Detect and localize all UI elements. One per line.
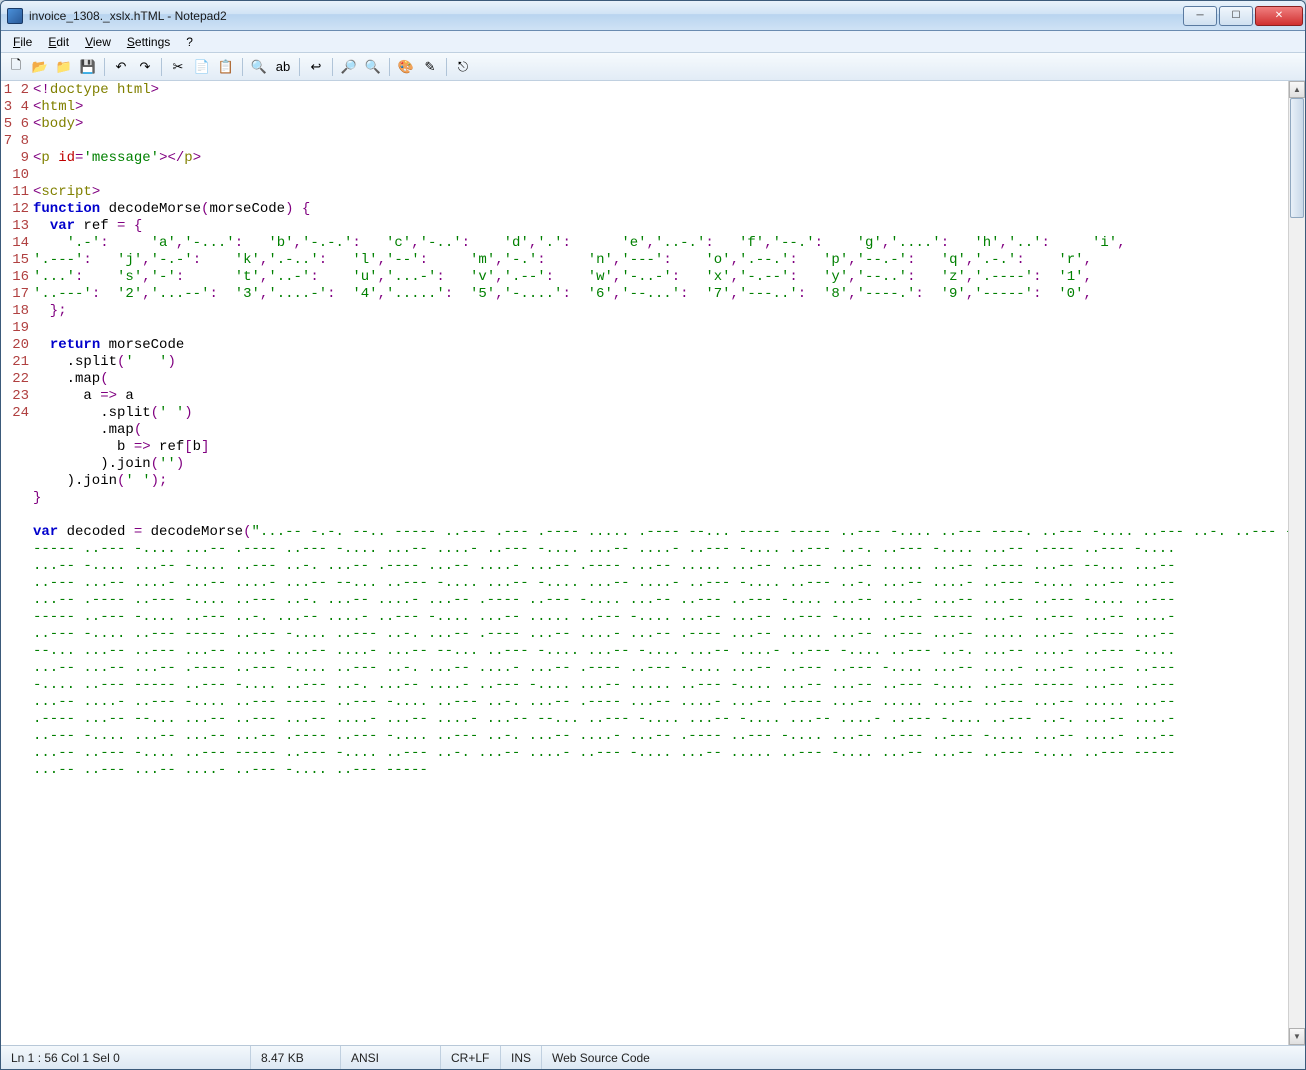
- status-encoding[interactable]: ANSI: [341, 1046, 441, 1069]
- close-button[interactable]: ✕: [1255, 6, 1303, 26]
- zoomout-button[interactable]: 🔍: [362, 56, 384, 78]
- status-position[interactable]: Ln 1 : 56 Col 1 Sel 0: [1, 1046, 251, 1069]
- paste-button[interactable]: 📋: [215, 56, 237, 78]
- find-button[interactable]: 🔍: [248, 56, 270, 78]
- new-button[interactable]: 🗋: [5, 56, 27, 78]
- menu-view[interactable]: View: [77, 33, 119, 51]
- customize-button[interactable]: ✎: [419, 56, 441, 78]
- separator: [446, 58, 447, 76]
- separator: [161, 58, 162, 76]
- menubar: File Edit View Settings ?: [1, 31, 1305, 53]
- wordwrap-button[interactable]: ↩: [305, 56, 327, 78]
- separator: [242, 58, 243, 76]
- app-icon: [7, 8, 23, 24]
- minimize-button[interactable]: ─: [1183, 6, 1217, 26]
- status-lexer[interactable]: Web Source Code: [542, 1046, 1305, 1069]
- vertical-scrollbar[interactable]: ▲ ▼: [1288, 81, 1305, 1045]
- scheme-button[interactable]: 🎨: [395, 56, 417, 78]
- maximize-button[interactable]: ☐: [1219, 6, 1253, 26]
- undo-button[interactable]: ↶: [110, 56, 132, 78]
- scroll-down-button[interactable]: ▼: [1289, 1028, 1305, 1045]
- notepad2-window: invoice_1308._xslx.hTML - Notepad2 ─ ☐ ✕…: [0, 0, 1306, 1070]
- open-button[interactable]: 📂: [29, 56, 51, 78]
- separator: [299, 58, 300, 76]
- replace-button[interactable]: ab: [272, 56, 294, 78]
- separator: [332, 58, 333, 76]
- menu-settings[interactable]: Settings: [119, 33, 178, 51]
- scroll-track[interactable]: [1289, 98, 1305, 1028]
- status-eol[interactable]: CR+LF: [441, 1046, 501, 1069]
- zoomin-button[interactable]: 🔎: [338, 56, 360, 78]
- status-filesize[interactable]: 8.47 KB: [251, 1046, 341, 1069]
- browse-button[interactable]: 📁: [53, 56, 75, 78]
- redo-button[interactable]: ↷: [134, 56, 156, 78]
- menu-help[interactable]: ?: [178, 33, 201, 51]
- separator: [104, 58, 105, 76]
- save-button[interactable]: 💾: [77, 56, 99, 78]
- statusbar: Ln 1 : 56 Col 1 Sel 0 8.47 KB ANSI CR+LF…: [1, 1045, 1305, 1069]
- toolbar: 🗋 📂 📁 💾 ↶ ↷ ✂ 📄 📋 🔍 ab ↩ 🔎 🔍 🎨 ✎ ⎋: [1, 53, 1305, 81]
- scroll-thumb[interactable]: [1290, 98, 1304, 218]
- exit-button[interactable]: ⎋: [452, 56, 474, 78]
- line-number-gutter: 1 2 3 4 5 6 7 8 9 10 11 12 13 14 15 16 1…: [1, 81, 33, 1045]
- status-ovr[interactable]: INS: [501, 1046, 542, 1069]
- menu-file[interactable]: File: [5, 33, 40, 51]
- scroll-up-button[interactable]: ▲: [1289, 81, 1305, 98]
- code-text[interactable]: <!doctype html> <html> <body> <p id='mes…: [33, 81, 1288, 1045]
- window-title: invoice_1308._xslx.hTML - Notepad2: [29, 9, 1183, 23]
- editor-area[interactable]: 1 2 3 4 5 6 7 8 9 10 11 12 13 14 15 16 1…: [1, 81, 1305, 1045]
- titlebar[interactable]: invoice_1308._xslx.hTML - Notepad2 ─ ☐ ✕: [1, 1, 1305, 31]
- copy-button[interactable]: 📄: [191, 56, 213, 78]
- menu-edit[interactable]: Edit: [40, 33, 77, 51]
- separator: [389, 58, 390, 76]
- cut-button[interactable]: ✂: [167, 56, 189, 78]
